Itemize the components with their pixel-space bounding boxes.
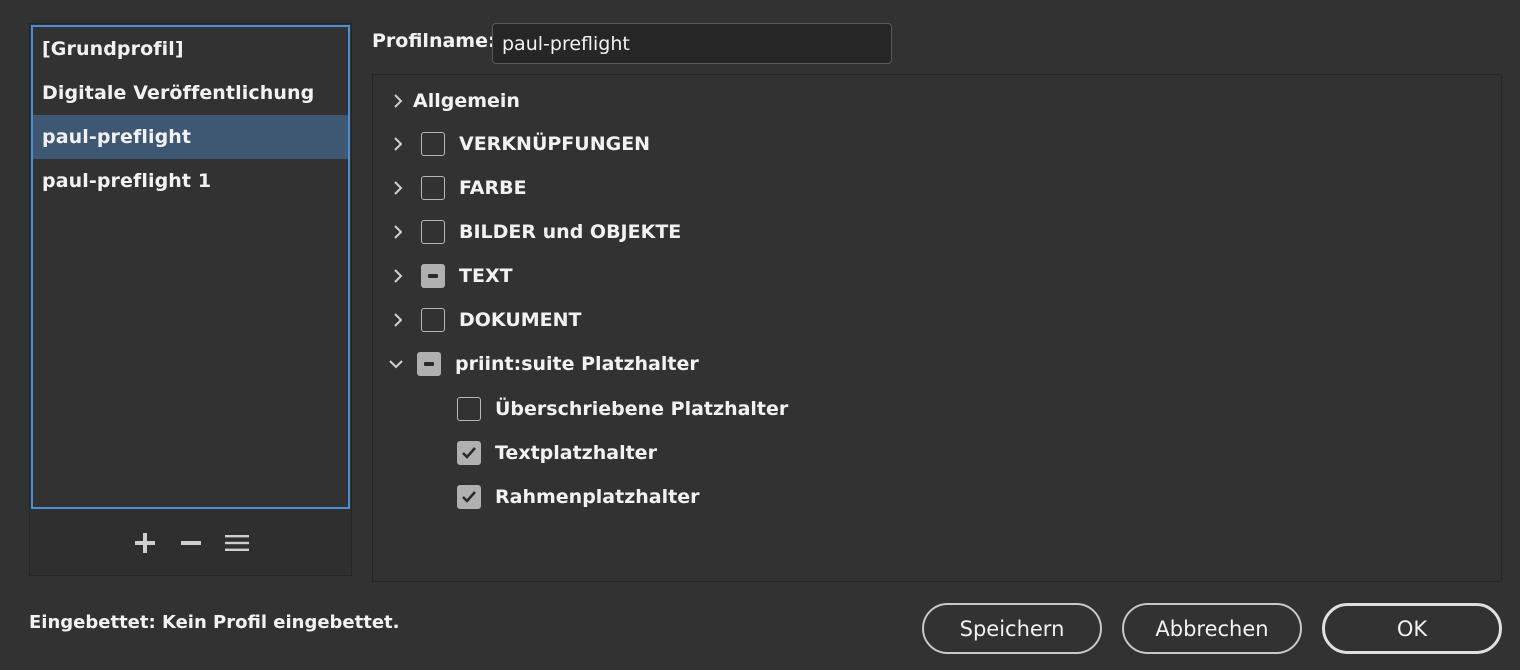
rules-tree: Allgemein VERKNÜPFUNGEN FARBE BILDER und… [372,74,1502,582]
checkbox-rahmenplatzhalter[interactable] [457,485,481,509]
checkbox-verknuepfungen[interactable] [421,132,445,156]
remove-profile-button[interactable] [177,529,205,557]
tree-row-priint-suite-platzhalter[interactable]: priint:suite Platzhalter [387,349,699,379]
add-profile-button[interactable] [131,529,159,557]
checkbox-ueberschriebene-platzhalter[interactable] [457,397,481,421]
checkbox-priint-suite-platzhalter[interactable] [417,352,441,376]
profile-list[interactable]: [Grundprofil] Digitale Veröffentlichung … [31,25,350,509]
minus-icon [180,540,201,545]
profile-menu-button[interactable] [223,529,251,557]
checkbox-farbe[interactable] [421,176,445,200]
plus-icon [134,532,155,553]
profile-item-digitale-veroeffentlichung[interactable]: Digitale Veröffentlichung [33,71,348,115]
tree-row-label: DOKUMENT [459,309,582,331]
embedded-status-text: Eingebettet: Kein Profil eingebettet. [29,612,400,633]
profile-name-input[interactable] [492,23,892,64]
chevron-right-icon[interactable] [391,134,405,154]
checkbox-bilder-und-objekte[interactable] [421,220,445,244]
chevron-right-icon[interactable] [391,91,405,111]
mixed-state-icon [424,362,434,366]
tree-row-farbe[interactable]: FARBE [391,173,527,203]
cancel-button[interactable]: Abbrechen [1122,603,1302,654]
tree-row-verknuepfungen[interactable]: VERKNÜPFUNGEN [391,129,650,159]
preflight-profiles-dialog: [Grundprofil] Digitale Veröffentlichung … [0,0,1520,670]
profile-item-paul-preflight[interactable]: paul-preflight [33,115,348,159]
ok-button[interactable]: OK [1322,603,1502,654]
profile-item-grundprofil[interactable]: [Grundprofil] [33,27,348,71]
tree-row-label: BILDER und OBJEKTE [459,221,682,243]
profile-item-paul-preflight-1[interactable]: paul-preflight 1 [33,159,348,203]
tree-row-rahmenplatzhalter[interactable]: Rahmenplatzhalter [457,482,699,512]
tree-row-label: priint:suite Platzhalter [455,353,699,375]
tree-row-label: VERKNÜPFUNGEN [459,133,651,155]
checkmark-icon [462,491,476,503]
profile-panel: [Grundprofil] Digitale Veröffentlichung … [29,23,352,576]
tree-row-label: TEXT [459,265,513,287]
tree-row-label: Überschriebene Platzhalter [495,398,789,420]
tree-row-label: FARBE [459,177,527,199]
tree-row-bilder-und-objekte[interactable]: BILDER und OBJEKTE [391,217,681,247]
tree-row-text[interactable]: TEXT [391,261,513,291]
menu-icon [224,534,249,551]
chevron-right-icon[interactable] [391,266,405,286]
checkbox-textplatzhalter[interactable] [457,441,481,465]
profile-list-toolbar [30,510,351,575]
tree-row-ueberschriebene-platzhalter[interactable]: Überschriebene Platzhalter [457,394,788,424]
tree-row-label: Rahmenplatzhalter [495,486,700,508]
checkmark-icon [462,447,476,459]
chevron-down-icon[interactable] [387,354,405,374]
tree-row-label: Allgemein [413,90,520,112]
chevron-right-icon[interactable] [391,222,405,242]
chevron-right-icon[interactable] [391,310,405,330]
save-button[interactable]: Speichern [922,603,1102,654]
tree-row-textplatzhalter[interactable]: Textplatzhalter [457,438,657,468]
checkbox-text[interactable] [421,264,445,288]
mixed-state-icon [428,274,438,278]
tree-row-allgemein[interactable]: Allgemein [391,86,520,116]
tree-row-dokument[interactable]: DOKUMENT [391,305,582,335]
checkbox-dokument[interactable] [421,308,445,332]
profile-name-label: Profilname: [372,30,496,52]
tree-row-label: Textplatzhalter [495,442,657,464]
chevron-right-icon[interactable] [391,178,405,198]
